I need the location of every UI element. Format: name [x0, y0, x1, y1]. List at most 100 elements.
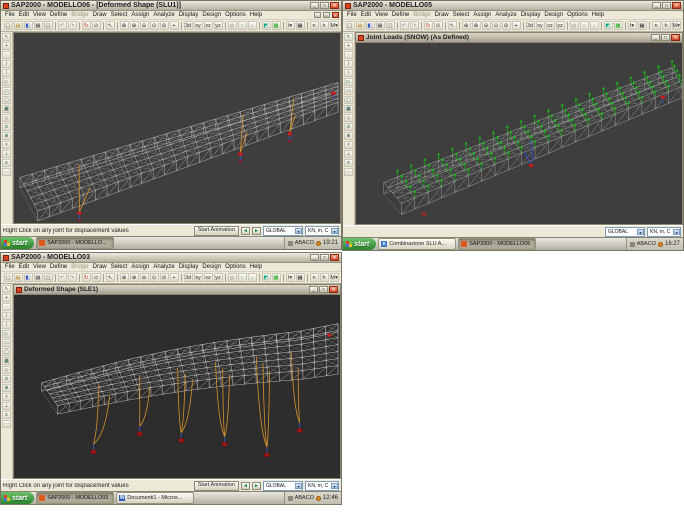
menu-draw[interactable]: Draw [91, 12, 109, 18]
coordinate-system-dropdown[interactable]: GLOBAL ▾ [263, 481, 303, 491]
reshape-tool-icon[interactable]: + [2, 42, 11, 50]
zoom-out-icon[interactable]: ⊖ [140, 21, 149, 30]
refresh-window-icon[interactable]: ↻ [82, 273, 91, 282]
snap-joints-tool-icon[interactable]: ⊙ [2, 123, 11, 131]
inner-restore-button[interactable]: □ [323, 12, 330, 18]
perspective-icon[interactable]: ◇ [228, 21, 237, 30]
quick-draw-area-tool-icon[interactable]: ▦ [2, 105, 11, 113]
draw-poly-area-tool-icon[interactable]: ◇ [344, 114, 353, 122]
plane-xy-icon[interactable]: xy [536, 21, 545, 30]
tray-status-icon[interactable] [658, 242, 663, 247]
draw-rect-area-tool-icon[interactable]: ▢ [2, 348, 11, 356]
menu-analyze[interactable]: Analyze [151, 264, 176, 270]
model-viewport[interactable]: N [356, 43, 682, 224]
units-dropdown[interactable]: KN, m, C ▾ [305, 481, 339, 491]
set-elements-icon[interactable]: ▩ [272, 273, 281, 282]
restore-button[interactable]: □ [320, 2, 329, 9]
prev-step-button[interactable]: ◄ [241, 227, 250, 235]
refresh-window-icon[interactable]: ↻ [424, 21, 433, 30]
tray-app-icon[interactable] [630, 242, 635, 247]
menu-display[interactable]: Display [519, 12, 543, 18]
menu-design[interactable]: Design [542, 12, 565, 18]
chevron-down-icon[interactable]: ▾ [295, 483, 302, 489]
m-view-icon[interactable]: M▾ [672, 21, 681, 30]
minimize-button[interactable]: _ [310, 2, 319, 9]
units-dropdown[interactable]: KN, m, C ▾ [647, 227, 681, 237]
select-line-tool-icon[interactable]: ≡ [2, 411, 11, 419]
tray-app-icon[interactable] [288, 496, 293, 501]
snap-midpoints-tool-icon[interactable]: ⊕ [2, 384, 11, 392]
object-display-icon[interactable]: ◩ [604, 21, 613, 30]
pointer-icon[interactable]: ↖ [448, 21, 457, 30]
draw-joint-tool-icon[interactable]: ∙ [344, 51, 353, 59]
menu-assign[interactable]: Assign [471, 12, 493, 18]
restore-button[interactable]: □ [662, 2, 671, 9]
menu-design[interactable]: Design [200, 264, 223, 270]
move-down-icon[interactable]: ↓ [248, 21, 257, 30]
menu-draw[interactable]: Draw [433, 12, 451, 18]
print-icon[interactable]: ▦ [34, 21, 43, 30]
menu-define[interactable]: Define [48, 12, 69, 18]
draw-frame-tool-icon[interactable]: / [2, 312, 11, 320]
snap-intersections-tool-icon[interactable]: × [2, 393, 11, 401]
rubber-band-zoom-icon[interactable]: ⊕ [120, 273, 129, 282]
menu-define[interactable]: Define [390, 12, 411, 18]
chevron-down-icon[interactable]: ▾ [331, 228, 338, 234]
start-button[interactable]: start [1, 237, 34, 249]
coordinate-system-dropdown[interactable]: GLOBAL ▾ [263, 226, 303, 236]
lock-model-icon[interactable]: ⊘ [92, 273, 101, 282]
m-view-icon[interactable]: M▾ [330, 21, 339, 30]
inner-window-title-bar[interactable]: Joint Loads (SNOW) (As Defined) _ □ ✕ [356, 33, 682, 43]
start-button[interactable]: start [343, 238, 376, 250]
snap-intersections-tool-icon[interactable]: × [344, 141, 353, 149]
menu-file[interactable]: File [345, 12, 359, 18]
taskbar-task-button[interactable]: SAP2000 - MODELLO... [36, 237, 114, 249]
show-grid-icon[interactable]: ▦ [296, 21, 305, 30]
menu-assign[interactable]: Assign [129, 12, 151, 18]
zoom-out-icon[interactable]: ⊖ [140, 273, 149, 282]
refresh-window-icon[interactable]: ↻ [82, 21, 91, 30]
h-view-icon[interactable]: h [320, 273, 329, 282]
h-view-icon[interactable]: h [320, 21, 329, 30]
set-elements-icon[interactable]: ▩ [614, 21, 623, 30]
print-icon[interactable]: ▦ [376, 21, 385, 30]
undo-icon[interactable]: ↶ [58, 21, 67, 30]
menu-help[interactable]: Help [590, 12, 606, 18]
move-down-icon[interactable]: ↓ [248, 273, 257, 282]
plane-xy-icon[interactable]: xy [194, 21, 203, 30]
menu-file[interactable]: File [3, 264, 17, 270]
snap-midpoints-tool-icon[interactable]: ⊕ [344, 132, 353, 140]
quick-draw-frame-tool-icon[interactable]: \ [2, 69, 11, 77]
view-3d-icon[interactable]: 3d [184, 21, 193, 30]
next-step-button[interactable]: ► [252, 482, 261, 490]
redo-icon[interactable]: ↷ [68, 273, 77, 282]
start-animation-button[interactable]: Start Animation [194, 226, 239, 236]
quick-draw-brace-tool-icon[interactable]: ▷ [344, 78, 353, 86]
lock-model-icon[interactable]: ⊘ [92, 21, 101, 30]
draw-poly-area-tool-icon[interactable]: ◇ [2, 114, 11, 122]
move-up-icon[interactable]: ↑ [238, 273, 247, 282]
model-viewport[interactable] [14, 33, 340, 223]
more-tools-icon[interactable]: ⋯ [2, 168, 11, 176]
menu-options[interactable]: Options [223, 12, 248, 18]
select-line-tool-icon[interactable]: ≡ [344, 159, 353, 167]
tray-app-icon[interactable] [288, 241, 293, 246]
quick-draw-frame-tool-icon[interactable]: \ [2, 321, 11, 329]
draw-rect-area-tool-icon[interactable]: ▢ [344, 96, 353, 104]
set-elements-icon[interactable]: ▩ [272, 21, 281, 30]
menu-view[interactable]: View [373, 12, 390, 18]
move-up-icon[interactable]: ↑ [238, 21, 247, 30]
close-button[interactable]: ✕ [330, 254, 339, 261]
menu-assign[interactable]: Assign [129, 264, 151, 270]
menu-file[interactable]: File [3, 12, 17, 18]
draw-poly-area-tool-icon[interactable]: ◇ [2, 366, 11, 374]
prev-step-button[interactable]: ◄ [241, 482, 250, 490]
print-preview-icon[interactable]: ◫ [386, 21, 395, 30]
taskbar-task-button[interactable]: WDocumenti1 - Micros... [116, 492, 194, 504]
plane-yz-icon[interactable]: yz [556, 21, 565, 30]
inner-close-button[interactable]: ✕ [329, 286, 338, 293]
close-button[interactable]: ✕ [672, 2, 681, 9]
chevron-down-icon[interactable]: ▾ [673, 229, 680, 235]
menu-analyze[interactable]: Analyze [493, 12, 518, 18]
inner-window-title-bar[interactable]: Deformed Shape (SLE1) _ □ ✕ [14, 285, 340, 295]
